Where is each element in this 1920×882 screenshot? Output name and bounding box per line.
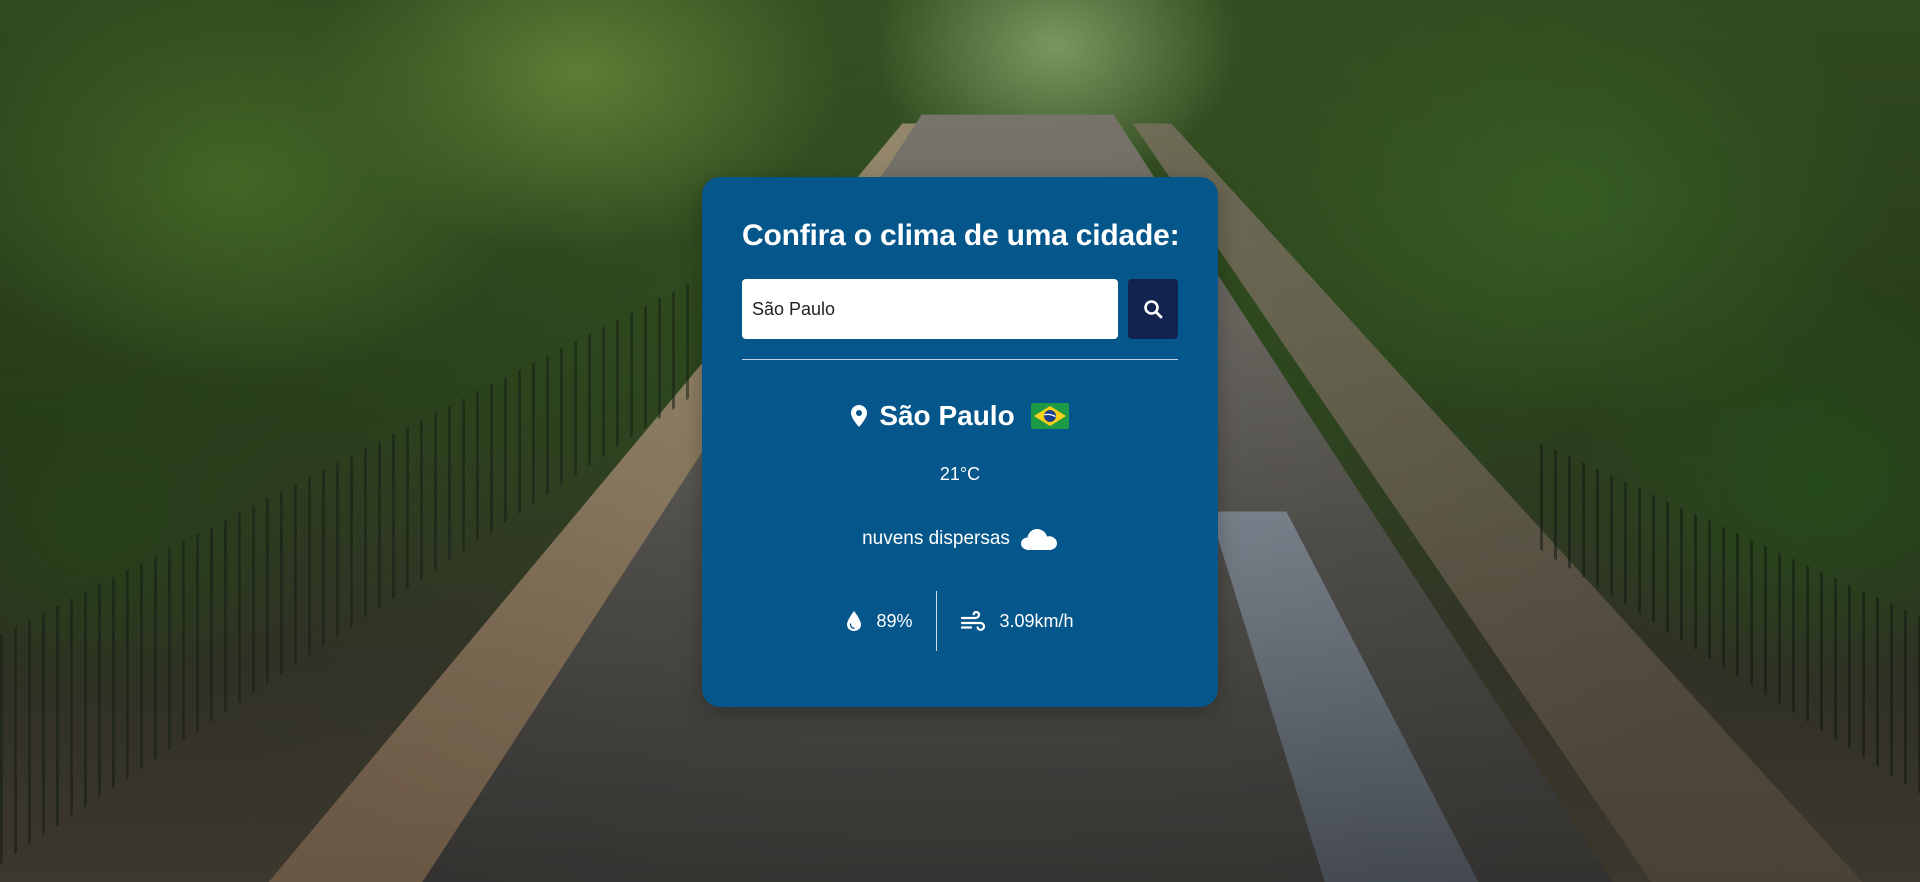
city-header: São Paulo [742,400,1178,432]
search-form [742,279,1178,339]
wind-value: 3.09km/h [999,610,1074,631]
wind-icon [961,611,986,631]
divider [742,359,1178,360]
weather-details: 89% 3.09km/h [742,591,1178,651]
map-pin-icon [851,405,868,427]
city-search-input[interactable] [742,279,1118,339]
brazil-flag-icon [1030,403,1069,429]
water-drop-icon [846,610,862,632]
weather-description: nuvens dispersas [862,528,1010,549]
wind-stat: 3.09km/h [937,591,1097,651]
humidity-value: 89% [876,610,913,631]
temperature: 21°C [939,464,981,484]
search-icon [1143,299,1163,319]
weather-description-row: nuvens dispersas [742,527,1178,551]
humidity-stat: 89% [822,591,938,651]
page-title: Confira o clima de uma cidade: [742,219,1180,252]
city-name: São Paulo [879,400,1015,431]
cloud-icon [1020,527,1058,551]
weather-card: Confira o clima de uma cidade: São Paulo [702,177,1218,707]
search-button[interactable] [1128,279,1178,339]
